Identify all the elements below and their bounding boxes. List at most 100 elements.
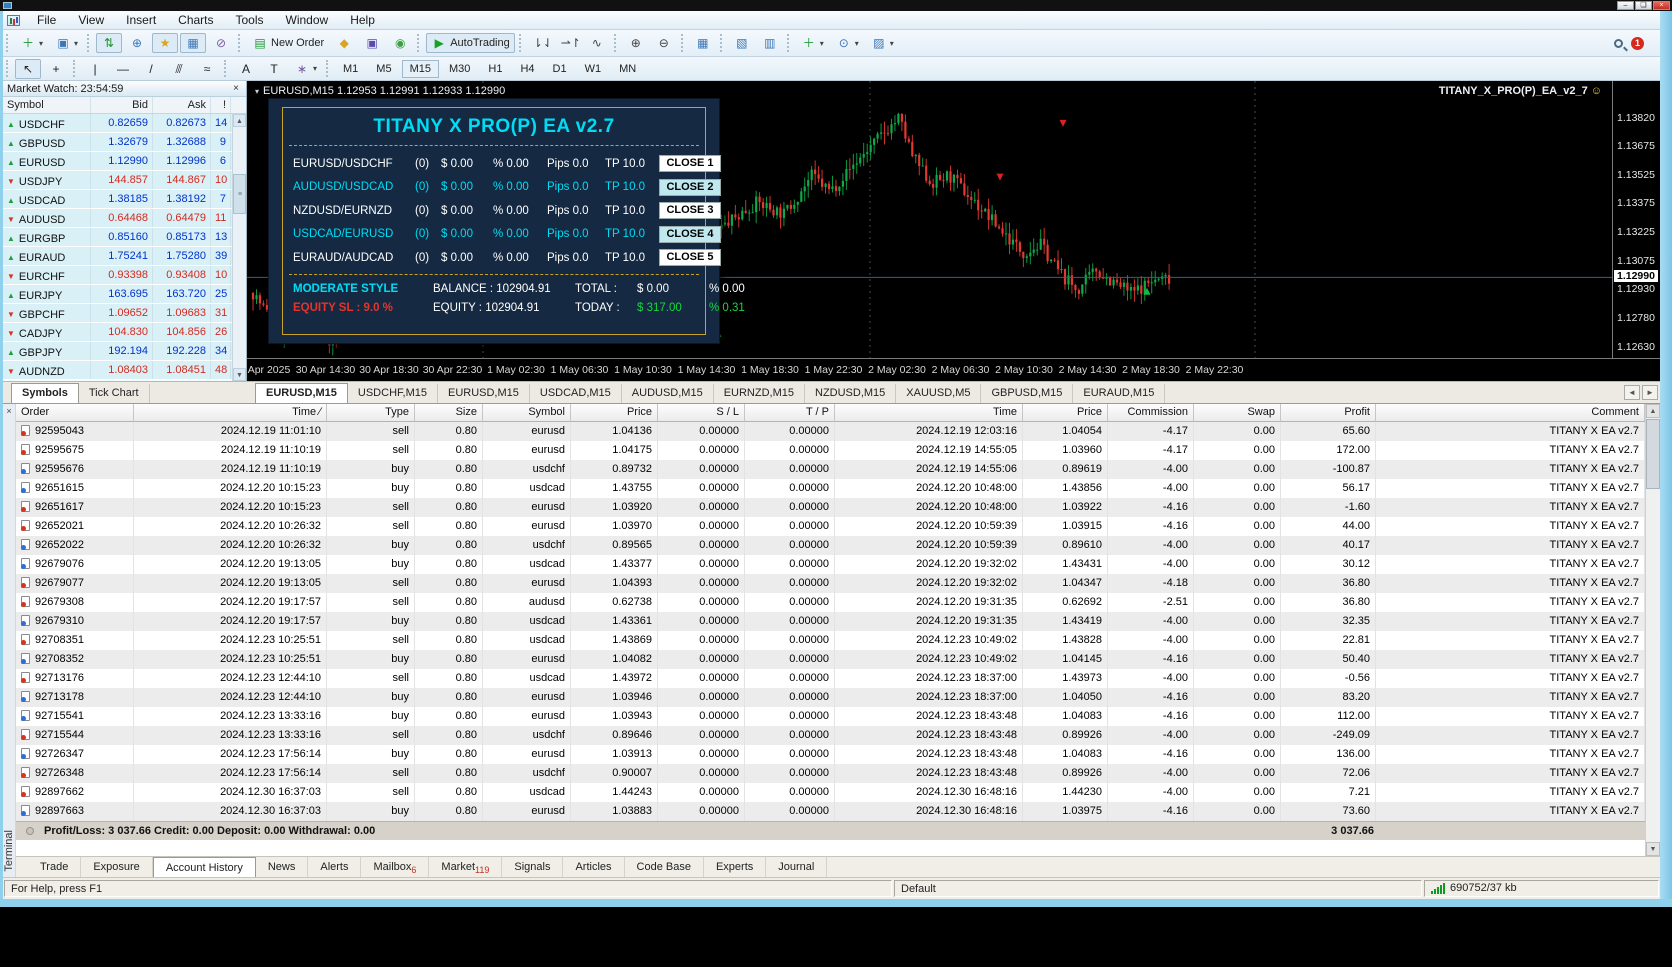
history-col-time[interactable]: Time ∕ xyxy=(134,404,327,422)
terminal-tab-market[interactable]: Market119 xyxy=(429,857,502,879)
terminal-tab-mailbox[interactable]: Mailbox6 xyxy=(361,857,429,879)
timeframe-m30-button[interactable]: M30 xyxy=(441,60,478,78)
market-watch-scrollbar[interactable]: ▲ ≡ ▼ xyxy=(232,114,246,381)
close-button[interactable]: × xyxy=(1653,1,1670,10)
history-col-price[interactable]: Price xyxy=(1023,404,1108,422)
history-row[interactable]: 926793082024.12.20 19:17:57sell0.80audus… xyxy=(16,593,1645,612)
chart-tab[interactable]: GBPUSD,M15 xyxy=(981,384,1073,404)
terminal-tab-code-base[interactable]: Code Base xyxy=(625,857,704,879)
market-watch-row[interactable]: ▲USDCAD1.381851.381927 xyxy=(3,190,233,209)
history-row[interactable]: 926520222024.12.20 10:26:32buy0.80usdchf… xyxy=(16,536,1645,555)
timeframe-h1-button[interactable]: H1 xyxy=(480,60,510,78)
data-window-button[interactable]: ⊕ xyxy=(124,33,150,53)
market-watch-row[interactable]: ▲EURJPY163.695163.72025 xyxy=(3,285,233,304)
trendline-button[interactable]: / xyxy=(138,59,164,79)
cascade-windows-button[interactable]: ▧ xyxy=(729,33,755,53)
menu-item-window[interactable]: Window xyxy=(275,11,340,29)
market-watch-col-spread[interactable]: ! xyxy=(211,97,231,113)
history-row[interactable]: 927083522024.12.23 10:25:51buy0.80eurusd… xyxy=(16,650,1645,669)
dropdown-arrow-icon[interactable]: ▾ xyxy=(890,39,894,48)
terminal-tab-signals[interactable]: Signals xyxy=(502,857,563,879)
history-col-commission[interactable]: Commission xyxy=(1108,404,1194,422)
market-watch-row[interactable]: ▼EURCHF0.933980.9340810 xyxy=(3,266,233,285)
profiles-button[interactable]: ▣▾ xyxy=(50,33,83,53)
timeframe-m1-button[interactable]: M1 xyxy=(335,60,366,78)
history-col-price[interactable]: Price xyxy=(571,404,658,422)
history-col-time[interactable]: Time xyxy=(835,404,1023,422)
history-row[interactable]: 925956762024.12.19 11:10:19buy0.80usdchf… xyxy=(16,460,1645,479)
terminal-tab-trade[interactable]: Trade xyxy=(28,857,81,879)
timeframe-m15-button[interactable]: M15 xyxy=(402,60,439,78)
chart-tab[interactable]: XAUUSD,M5 xyxy=(896,384,981,404)
market-watch-row[interactable]: ▼AUDNZD1.084031.0845148 xyxy=(3,361,233,380)
candlestick-type-button[interactable]: ⇀↾ xyxy=(556,33,582,53)
cursor-button[interactable]: ↖ xyxy=(15,59,41,79)
terminal-tab-account-history[interactable]: Account History xyxy=(153,857,256,879)
maximize-button[interactable]: ❏ xyxy=(1635,1,1652,10)
scroll-down-icon[interactable]: ▼ xyxy=(1646,842,1660,856)
market-watch-col-ask[interactable]: Ask xyxy=(153,97,211,113)
timeframe-w1-button[interactable]: W1 xyxy=(577,60,610,78)
search-icon[interactable] xyxy=(1614,39,1623,48)
history-row[interactable]: 927263482024.12.23 17:56:14sell0.80usdch… xyxy=(16,764,1645,783)
dropdown-arrow-icon[interactable]: ▾ xyxy=(313,64,317,73)
periods-button[interactable]: ⊙▾ xyxy=(831,33,864,53)
dropdown-arrow-icon[interactable]: ▾ xyxy=(74,39,78,48)
notification-badge[interactable]: 1 xyxy=(1631,37,1644,50)
vertical-line-button[interactable]: | xyxy=(82,59,108,79)
scrollbar-thumb[interactable] xyxy=(1646,419,1660,489)
terminal-tab-news[interactable]: News xyxy=(256,857,309,879)
tabs-scroll-left-icon[interactable]: ◄ xyxy=(1624,385,1640,400)
zoom-in-button[interactable]: ⊕ xyxy=(623,33,649,53)
market-watch-row[interactable]: ▲GBPUSD1.326791.326889 xyxy=(3,133,233,152)
new-chart-button[interactable]: ＋▾ xyxy=(15,33,48,53)
history-row[interactable]: 926520212024.12.20 10:26:32sell0.80eurus… xyxy=(16,517,1645,536)
history-row[interactable]: 926516172024.12.20 10:15:23sell0.80eurus… xyxy=(16,498,1645,517)
market-watch-row[interactable]: ▲EURAUD1.752411.7528039 xyxy=(3,247,233,266)
market-watch-row[interactable]: ▲EURGBP0.851600.8517313 xyxy=(3,228,233,247)
history-row[interactable]: 926793102024.12.20 19:17:57buy0.80usdcad… xyxy=(16,612,1645,631)
scroll-up-icon[interactable]: ▲ xyxy=(1646,404,1660,418)
terminal-tab-alerts[interactable]: Alerts xyxy=(308,857,361,879)
menu-item-charts[interactable]: Charts xyxy=(167,11,224,29)
market-watch-row[interactable]: ▲EURUSD1.129901.129966 xyxy=(3,152,233,171)
menu-item-file[interactable]: File xyxy=(26,11,67,29)
arrows-tool-button[interactable]: ∗▾ xyxy=(289,59,322,79)
history-col-sl[interactable]: S / L xyxy=(658,404,745,422)
chart-tab[interactable]: EURNZD,M15 xyxy=(714,384,805,404)
terminal-tab-experts[interactable]: Experts xyxy=(704,857,766,879)
market-watch-row[interactable]: ▼CADJPY104.830104.85626 xyxy=(3,323,233,342)
history-row[interactable]: 927263472024.12.23 17:56:14buy0.80eurusd… xyxy=(16,745,1645,764)
history-row[interactable]: 928976632024.12.30 16:37:03buy0.80eurusd… xyxy=(16,802,1645,821)
history-row[interactable]: 928976622024.12.30 16:37:03sell0.80usdca… xyxy=(16,783,1645,802)
terminal-tab-journal[interactable]: Journal xyxy=(766,857,827,879)
market-watch-close-icon[interactable]: × xyxy=(230,83,242,94)
line-chart-type-button[interactable]: ∿ xyxy=(584,33,610,53)
chart-tab[interactable]: EURAUD,M15 xyxy=(1073,384,1165,404)
menu-item-tools[interactable]: Tools xyxy=(225,11,275,29)
label-button[interactable]: T xyxy=(261,59,287,79)
arrange-windows-button[interactable]: ▥ xyxy=(757,33,783,53)
timeframe-mn-button[interactable]: MN xyxy=(611,60,644,78)
strategy-tester-button[interactable]: ⊘ xyxy=(208,33,234,53)
ea-close-button[interactable]: CLOSE 4 xyxy=(659,226,721,243)
history-scrollbar[interactable]: ▲ ▼ xyxy=(1645,404,1660,856)
terminal-button[interactable]: ▦ xyxy=(180,33,206,53)
market-watch-row[interactable]: ▼GBPCHF1.096521.0968331 xyxy=(3,304,233,323)
ea-close-button[interactable]: CLOSE 3 xyxy=(659,202,721,219)
minimize-button[interactable]: – xyxy=(1617,1,1634,10)
new-order-button[interactable]: ▤New Order xyxy=(247,33,329,53)
channel-button[interactable]: ⫻ xyxy=(166,59,192,79)
market-watch-tab-symbols[interactable]: Symbols xyxy=(11,383,79,404)
history-row[interactable]: 927083512024.12.23 10:25:51sell0.80usdca… xyxy=(16,631,1645,650)
history-row[interactable]: 925956752024.12.19 11:10:19sell0.80eurus… xyxy=(16,441,1645,460)
chart-tab[interactable]: NZDUSD,M15 xyxy=(805,384,896,404)
scroll-up-icon[interactable]: ▲ xyxy=(233,114,246,127)
history-row[interactable]: 927155412024.12.23 13:33:16buy0.80eurusd… xyxy=(16,707,1645,726)
horizontal-line-button[interactable]: — xyxy=(110,59,136,79)
bar-chart-type-button[interactable]: ⇂⇃ xyxy=(528,33,554,53)
history-col-comment[interactable]: Comment xyxy=(1376,404,1645,422)
history-col-size[interactable]: Size xyxy=(415,404,483,422)
chart-tab[interactable]: EURUSD,M15 xyxy=(255,383,348,404)
history-col-order[interactable]: Order xyxy=(16,404,134,422)
